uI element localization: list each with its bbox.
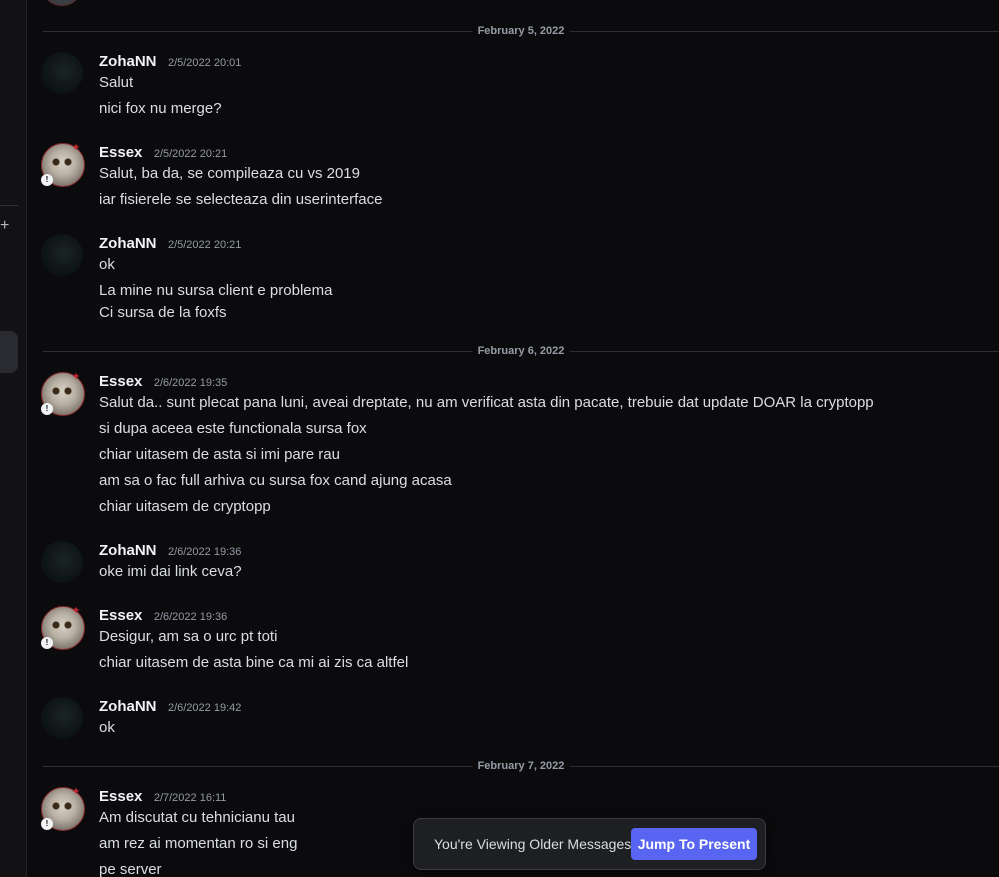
timestamp: 2/6/2022 19:42 <box>167 702 242 714</box>
message-text: chiar uitasem de asta bine ca mi ai zis … <box>99 654 409 671</box>
username[interactable]: Essex <box>99 607 142 624</box>
jump-to-present-button[interactable]: Jump To Present <box>631 828 757 860</box>
avatar[interactable]: ✦ ! <box>41 371 85 416</box>
message-text: nici fox nu merge? <box>99 100 222 117</box>
date-separator: February 7, 2022 <box>43 759 999 773</box>
message-text: chiar uitasem de asta si imi pare rau <box>99 446 340 463</box>
avatar-decoration-icon: ✦ <box>71 142 81 154</box>
status-badge-icon: ! <box>41 174 53 186</box>
username[interactable]: ZohaNN <box>99 542 157 559</box>
avatar[interactable]: ✦ ! <box>41 786 85 831</box>
avatar-decoration-icon: ✦ <box>71 786 81 798</box>
message-text: Ci sursa de la foxfs <box>99 304 227 321</box>
username[interactable]: Essex <box>99 144 142 161</box>
message-text: Salut <box>99 74 134 91</box>
message-text: ok <box>99 719 115 736</box>
server-rail: + <box>0 0 27 877</box>
message-text: si dupa aceea este functionala sursa fox <box>99 420 367 437</box>
message-text: Salut, ba da, se compileaza cu vs 2019 <box>99 165 360 182</box>
status-badge-icon: ! <box>41 403 53 415</box>
avatar-decoration-icon: ✦ <box>71 605 81 617</box>
status-badge-icon: ! <box>41 637 53 649</box>
message-text: chiar uitasem de cryptopp <box>99 498 271 515</box>
avatar[interactable] <box>41 541 83 583</box>
selected-server-pill[interactable] <box>0 331 18 373</box>
message-text: Salut da.. sunt plecat pana luni, aveai … <box>99 394 874 411</box>
avatar[interactable] <box>41 697 83 739</box>
timestamp: 2/6/2022 19:36 <box>153 611 228 623</box>
message-text: La mine nu sursa client e problema <box>99 282 333 299</box>
add-server-icon[interactable]: + <box>0 218 9 234</box>
username[interactable]: ZohaNN <box>99 53 157 70</box>
timestamp: 2/5/2022 20:01 <box>167 57 242 69</box>
rail-divider <box>0 205 18 206</box>
date-label: February 6, 2022 <box>472 344 570 358</box>
timestamp: 2/7/2022 16:11 <box>153 792 227 804</box>
date-label: February 5, 2022 <box>472 24 570 38</box>
avatar[interactable]: ✦ ! <box>41 142 85 187</box>
avatar[interactable] <box>41 52 83 94</box>
message-list: February 5, 2022 ZohaNN 2/5/2022 20:01 S… <box>27 0 999 877</box>
message-text: am sa o fac full arhiva cu sursa fox can… <box>99 472 452 489</box>
message-text: ok <box>99 256 115 273</box>
avatar[interactable]: ✦ ! <box>41 605 85 650</box>
avatar-decoration-icon: ✦ <box>71 371 81 383</box>
username[interactable]: ZohaNN <box>99 235 157 252</box>
avatar[interactable] <box>41 0 83 6</box>
username[interactable]: Essex <box>99 373 142 390</box>
username[interactable]: Essex <box>99 788 142 805</box>
date-label: February 7, 2022 <box>472 759 570 773</box>
date-separator: February 6, 2022 <box>43 344 999 358</box>
timestamp: 2/6/2022 19:36 <box>167 546 242 558</box>
username[interactable]: ZohaNN <box>99 698 157 715</box>
avatar[interactable] <box>41 234 83 276</box>
older-messages-text: You're Viewing Older Messages <box>434 836 632 852</box>
message-text: Desigur, am sa o urc pt toti <box>99 628 278 645</box>
timestamp: 2/5/2022 20:21 <box>153 148 228 160</box>
timestamp: 2/5/2022 20:21 <box>167 239 242 251</box>
message-text: iar fisierele se selecteaza din userinte… <box>99 191 383 208</box>
status-badge-icon: ! <box>41 818 53 830</box>
timestamp: 2/6/2022 19:35 <box>153 377 228 389</box>
date-separator: February 5, 2022 <box>43 24 999 38</box>
message-text: oke imi dai link ceva? <box>99 563 242 580</box>
older-messages-bar: You're Viewing Older Messages Jump To Pr… <box>413 818 766 870</box>
